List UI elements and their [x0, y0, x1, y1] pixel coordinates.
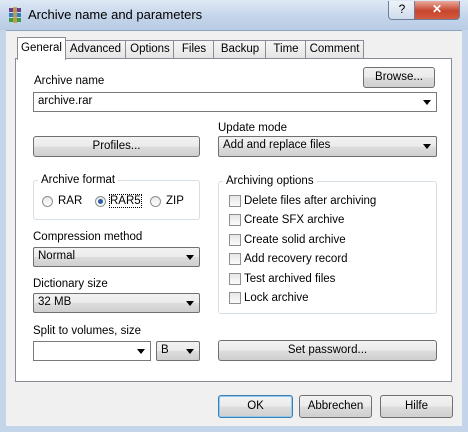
radio-zip-label[interactable]: ZIP — [166, 195, 184, 207]
update-mode-select[interactable]: Add and replace files — [218, 136, 437, 157]
checkbox-delete-files[interactable] — [229, 195, 241, 207]
checkbox-create-solid-label[interactable]: Create solid archive — [244, 234, 346, 246]
dictionary-size-select[interactable]: 32 MB — [33, 293, 200, 313]
help-button[interactable]: Hilfe — [380, 395, 453, 418]
archive-name-value: archive.rar — [38, 95, 93, 107]
window-frame-left — [0, 30, 6, 432]
cancel-button[interactable]: Abbrechen — [299, 395, 372, 418]
window-title: Archive name and parameters — [28, 7, 203, 22]
archive-name-input[interactable]: archive.rar — [33, 92, 437, 112]
split-unit-select[interactable]: B — [156, 341, 200, 361]
dictionary-size-label: Dictionary size — [33, 278, 108, 290]
checkbox-lock-archive[interactable] — [229, 292, 241, 304]
split-volumes-label: Split to volumes, size — [33, 325, 142, 337]
radio-zip[interactable] — [150, 196, 161, 207]
update-mode-value: Add and replace files — [223, 139, 331, 151]
close-icon: ✕ — [431, 2, 443, 16]
archiving-options-label: Archiving options — [223, 175, 317, 187]
help-title-button[interactable]: ? — [388, 1, 416, 20]
checkbox-create-sfx-label[interactable]: Create SFX archive — [244, 214, 344, 226]
chevron-down-icon[interactable] — [186, 255, 194, 260]
window-frame-bottom — [0, 426, 468, 432]
tab-time[interactable]: Time — [265, 40, 307, 59]
close-button[interactable]: ✕ — [414, 1, 460, 20]
archive-name-label: Archive name — [34, 75, 105, 87]
compression-method-select[interactable]: Normal — [33, 247, 200, 267]
checkbox-lock-archive-label[interactable]: Lock archive — [244, 292, 309, 304]
radio-rar[interactable] — [42, 196, 53, 207]
set-password-button[interactable]: Set password... — [218, 340, 437, 361]
split-volumes-input[interactable] — [33, 341, 151, 361]
split-unit-value: B — [161, 344, 169, 356]
tab-general[interactable]: General — [17, 37, 66, 60]
checkbox-recovery-record[interactable] — [229, 253, 241, 265]
window-frame-right — [462, 30, 468, 432]
profiles-button[interactable]: Profiles... — [33, 136, 200, 157]
checkbox-create-solid[interactable] — [229, 234, 241, 246]
dictionary-size-value: 32 MB — [38, 296, 72, 308]
browse-button[interactable]: Browse... — [363, 67, 435, 88]
update-mode-label: Update mode — [218, 122, 288, 134]
tab-comment[interactable]: Comment — [305, 40, 364, 59]
radio-rar5[interactable] — [95, 196, 106, 207]
checkbox-test-archived[interactable] — [229, 273, 241, 285]
compression-method-label: Compression method — [33, 231, 143, 243]
checkbox-delete-files-label[interactable]: Delete files after archiving — [244, 195, 376, 207]
checkbox-test-archived-label[interactable]: Test archived files — [244, 273, 335, 285]
chevron-down-icon[interactable] — [423, 100, 431, 105]
chevron-down-icon[interactable] — [137, 349, 145, 354]
winrar-app-icon — [9, 7, 21, 23]
tab-options[interactable]: Options — [125, 40, 175, 59]
radio-rar-label[interactable]: RAR — [58, 195, 82, 207]
checkbox-recovery-record-label[interactable]: Add recovery record — [244, 253, 348, 265]
compression-method-value: Normal — [38, 250, 76, 262]
ok-button[interactable]: OK — [218, 395, 293, 418]
radio-rar5-label[interactable]: RAR5 — [109, 194, 142, 208]
tab-backup[interactable]: Backup — [213, 40, 267, 59]
chevron-down-icon[interactable] — [186, 301, 194, 306]
tab-advanced[interactable]: Advanced — [64, 40, 127, 59]
tab-files[interactable]: Files — [173, 40, 215, 59]
chevron-down-icon[interactable] — [423, 144, 431, 149]
chevron-down-icon[interactable] — [186, 349, 194, 354]
checkbox-create-sfx[interactable] — [229, 214, 241, 226]
archive-format-label: Archive format — [38, 174, 119, 186]
